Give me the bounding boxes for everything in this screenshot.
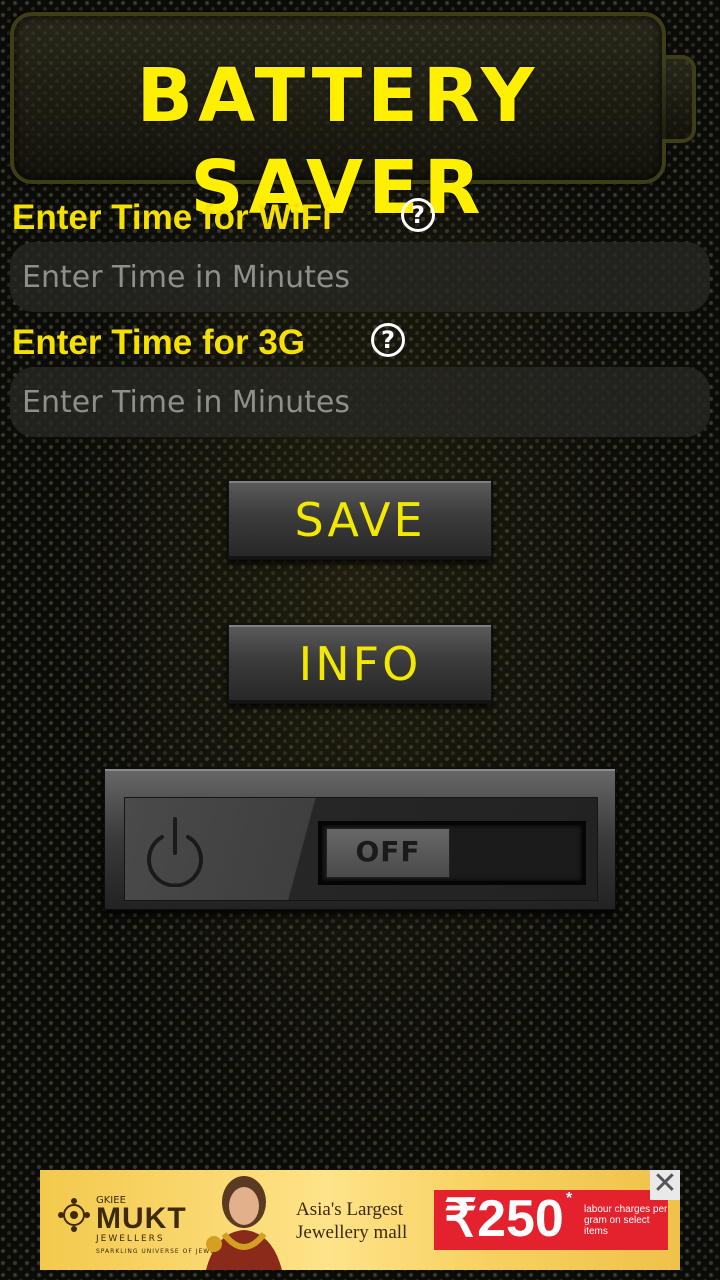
wifi-help-icon[interactable]: ? [401, 198, 435, 232]
ad-close-icon[interactable]: ✕ [650, 1169, 680, 1200]
mobile-data-time-label: Enter Time for 3G [12, 323, 306, 362]
ad-offer-asterisk: * [566, 1190, 573, 1207]
save-button[interactable]: SAVE [228, 480, 492, 560]
power-icon [147, 817, 203, 887]
wifi-time-input[interactable] [10, 242, 710, 312]
ad-offer-fineprint: labour charges per gram on select items [584, 1204, 668, 1237]
power-switch-knob[interactable]: OFF [326, 828, 450, 878]
ad-offer-price: ₹250 [444, 1190, 564, 1248]
mobile-data-help-icon[interactable]: ? [371, 323, 405, 357]
wifi-time-label: Enter Time for WiFi [12, 198, 332, 237]
ad-brand-sub: JEWELLERS [96, 1234, 165, 1244]
jewel-logo-icon [58, 1198, 90, 1232]
ad-model-image [206, 1176, 282, 1270]
info-button[interactable]: INFO [228, 624, 492, 704]
mobile-data-time-input[interactable] [10, 367, 710, 437]
ad-brand-name: MUKT [96, 1202, 187, 1235]
battery-header-tip [662, 55, 696, 143]
ad-headline: Asia's Largest Jewellery mall [296, 1199, 408, 1243]
